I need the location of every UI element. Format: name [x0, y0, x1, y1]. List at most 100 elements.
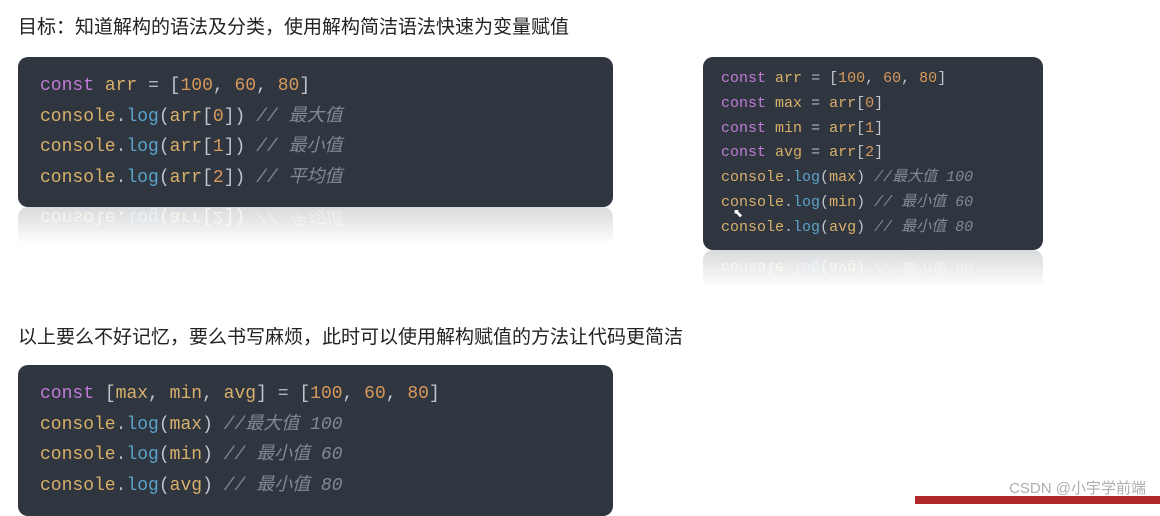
code-token: max [775, 95, 802, 112]
code-token: ( [820, 219, 829, 236]
code-token: = [278, 384, 289, 404]
code-token: [ [299, 384, 310, 404]
code-token [820, 120, 829, 137]
code-token: 80 [919, 70, 937, 87]
code-token: console [40, 207, 116, 226]
code-token [820, 70, 829, 87]
code-line: console.log(max) //最大值 100 [40, 410, 591, 441]
code-line: console.log(min) // 最小值 60 [721, 250, 1025, 253]
code-token: avg [170, 476, 202, 496]
code-token: min [829, 194, 856, 211]
code-token: 2 [213, 207, 224, 226]
code-token [137, 76, 148, 96]
code-token: // 平均值 [256, 168, 342, 188]
code-token: arr [170, 168, 202, 188]
code-token: // 最小值 80 [874, 258, 973, 275]
bottom-column: const [max, min, avg] = [100, 60, 80]con… [18, 365, 613, 515]
code-token: log [126, 476, 158, 496]
code-token: , [213, 76, 235, 96]
code-token: log [793, 194, 820, 211]
code-token: . [116, 137, 127, 157]
code-token: arr [170, 107, 202, 127]
code-token: ( [159, 445, 170, 465]
code-token: const [721, 70, 766, 87]
code-token: . [116, 207, 127, 226]
code-token: [ [856, 120, 865, 137]
code-line: const arr = [100, 60, 80] [40, 71, 591, 102]
code-token: ] [874, 120, 883, 137]
code-line: console.log(min) // 最小值 60 [721, 191, 1025, 216]
code-token: ]) [224, 168, 246, 188]
code-token: arr [105, 76, 137, 96]
code-token [802, 70, 811, 87]
code-token: ( [159, 168, 170, 188]
code-token: . [784, 169, 793, 186]
code-line: const arr = [100, 60, 80] [721, 67, 1025, 92]
code-token: . [784, 258, 793, 275]
red-bar-decoration [915, 496, 1160, 504]
code-token: min [170, 445, 202, 465]
code-token: console [40, 137, 116, 157]
code-token [245, 107, 256, 127]
code-token: const [721, 95, 766, 112]
code-line: const [max, min, avg] = [100, 60, 80] [40, 379, 591, 410]
code-token [289, 384, 300, 404]
code-token: console [721, 194, 784, 211]
code-token: 100 [838, 70, 865, 87]
left-column: const arr = [100, 60, 80]console.log(arr… [18, 57, 613, 245]
code-line: console.log(avg) // 最小值 80 [721, 216, 1025, 241]
code-token: log [793, 169, 820, 186]
code-token: ( [820, 194, 829, 211]
code-token: // 最小值 60 [874, 194, 973, 211]
code-token: // 最小值 80 [224, 476, 343, 496]
code-token [94, 384, 105, 404]
code-token: ] [429, 384, 440, 404]
code-token: console [40, 445, 116, 465]
code-block-3: const [max, min, avg] = [100, 60, 80]con… [18, 365, 613, 515]
code-token: const [40, 384, 94, 404]
code-token: ] [256, 384, 267, 404]
code-token: const [721, 120, 766, 137]
code-token [820, 144, 829, 161]
code-token: ) [856, 219, 865, 236]
code-token: [ [202, 107, 213, 127]
code-token: // 最小值 80 [874, 219, 973, 236]
code-token: ( [820, 169, 829, 186]
code-token: avg [829, 258, 856, 275]
code-token: . [116, 107, 127, 127]
code-token [865, 169, 874, 186]
code-token [766, 95, 775, 112]
code-token: 1 [865, 120, 874, 137]
code-token: arr [170, 137, 202, 157]
code-token [865, 219, 874, 236]
code-token: 2 [865, 144, 874, 161]
code-token: log [126, 137, 158, 157]
code-token: max [116, 384, 148, 404]
code-line: console.log(arr[2]) // 平均值 [40, 207, 591, 231]
heading-goal: 目标：知道解构的语法及分类，使用解构简洁语法快速为变量赋值 [18, 12, 1142, 39]
code-token: ] [937, 70, 946, 87]
code-token: 80 [278, 76, 300, 96]
code-token: ( [159, 476, 170, 496]
code-token: max [829, 169, 856, 186]
code-token: , [256, 76, 278, 96]
code-token: . [784, 194, 793, 211]
code-token [802, 144, 811, 161]
code-token: max [170, 415, 202, 435]
code-token [94, 76, 105, 96]
code-token: = [811, 95, 820, 112]
code-line: const min = arr[1] [721, 117, 1025, 142]
code-token: [ [856, 95, 865, 112]
code-token: log [793, 219, 820, 236]
code-token: avg [829, 219, 856, 236]
code-token: [ [105, 384, 116, 404]
code-line: console.log(avg) // 最小值 80 [40, 471, 591, 502]
code-token: 60 [883, 70, 901, 87]
code-token: ( [820, 258, 829, 275]
code-token: // 平均值 [256, 207, 342, 226]
code-line: const max = arr[0] [721, 92, 1025, 117]
code-token: [ [829, 70, 838, 87]
code-token: , [343, 384, 365, 404]
code-token: . [116, 168, 127, 188]
code-token: , [386, 384, 408, 404]
